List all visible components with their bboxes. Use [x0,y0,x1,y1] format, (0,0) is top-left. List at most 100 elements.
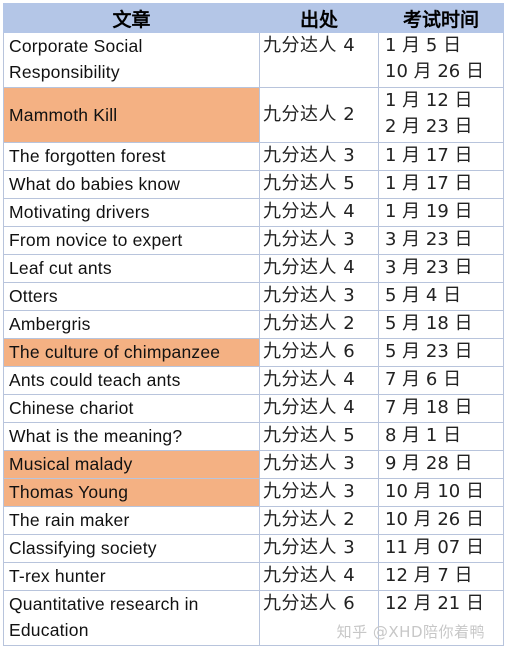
exam-date-cell: 1 月 5 日 10 月 26 日 [378,32,504,88]
exam-date-cell: 7 月 6 日 [378,366,504,395]
exam-date-cell: 3 月 23 日 [378,254,504,283]
exam-date-cell: 1 月 12 日 2 月 23 日 [378,87,504,143]
source-cell: 九分达人 3 [259,478,379,507]
table-row: Ambergris 九分达人 2 5 月 18 日 [3,310,504,339]
exam-date-cell: 1 月 19 日 [378,198,504,227]
exam-date-cell: 7 月 18 日 [378,394,504,423]
article-title-cell: Mammoth Kill [3,87,260,143]
article-title-line: What do babies know [9,174,181,194]
exam-article-table-container: 文章 出处 考试时间 Corporate Social Responsibilit… [3,3,504,646]
article-title-cell: Corporate Social Responsibility [3,32,260,88]
article-title-line: T-rex hunter [9,566,106,586]
table-row: The culture of chimpanzee 九分达人 6 5 月 23 日 [3,338,504,367]
exam-date: 5 月 18 日 [385,313,473,334]
article-title-cell: Ambergris [3,310,260,339]
source-cell: 九分达人 4 [259,32,379,88]
exam-date: 12 月 7 日 [385,565,473,586]
table-row: Mammoth Kill 九分达人 2 1 月 12 日 2 月 23 日 [3,87,504,143]
table-row: The rain maker 九分达人 2 10 月 26 日 [3,506,504,535]
source-cell: 九分达人 3 [259,450,379,479]
exam-date-cell: 11 月 07 日 [378,534,504,563]
article-title-line: The forgotten forest [9,146,166,166]
watermark: 知乎 @XHD陪你着鸭 [336,623,485,641]
article-title-cell: Otters [3,282,260,311]
article-title-line: Quantitative research in [9,594,199,614]
article-title-cell: What do babies know [3,170,260,199]
table-row: What do babies know 九分达人 5 1 月 17 日 [3,170,504,199]
exam-date-cell: 9 月 28 日 [378,450,504,479]
exam-date-cell: 1 月 17 日 [378,170,504,199]
article-title-line: The rain maker [9,510,130,530]
table-row: Classifying society 九分达人 3 11 月 07 日 [3,534,504,563]
table-row: Musical malady 九分达人 3 9 月 28 日 [3,450,504,479]
article-title-line: Mammoth Kill [9,105,118,125]
exam-date-cell: 8 月 1 日 [378,422,504,451]
table-row: Thomas Young 九分达人 3 10 月 10 日 [3,478,504,507]
table-row: Motivating drivers 九分达人 4 1 月 19 日 [3,198,504,227]
article-title-cell: Chinese chariot [3,394,260,423]
source-cell: 九分达人 4 [259,366,379,395]
header-article: 文章 [3,3,260,33]
table-row: Leaf cut ants 九分达人 4 3 月 23 日 [3,254,504,283]
exam-article-table: 文章 出处 考试时间 Corporate Social Responsibilit… [3,3,504,646]
article-title-cell: The culture of chimpanzee [3,338,260,367]
source-cell: 九分达人 3 [259,282,379,311]
article-title-cell: Leaf cut ants [3,254,260,283]
exam-date: 1 月 17 日 [385,145,473,166]
exam-date: 7 月 6 日 [385,369,462,390]
exam-date: 11 月 07 日 [385,537,484,558]
source-cell: 九分达人 3 [259,226,379,255]
exam-date-cell: 3 月 23 日 [378,226,504,255]
article-title-cell: Musical malady [3,450,260,479]
exam-date-cell: 1 月 17 日 [378,142,504,171]
article-title-line: Thomas Young [9,482,129,502]
source-cell: 九分达人 4 [259,254,379,283]
source-cell: 九分达人 4 [259,562,379,591]
source-cell: 九分达人 3 [259,142,379,171]
article-title-cell: From novice to expert [3,226,260,255]
exam-date: 1 月 5 日 [385,35,462,56]
article-title-cell: The forgotten forest [3,142,260,171]
source-cell: 九分达人 6 [259,338,379,367]
table-row: Chinese chariot 九分达人 4 7 月 18 日 [3,394,504,423]
exam-date-cell: 5 月 18 日 [378,310,504,339]
article-title-cell: Motivating drivers [3,198,260,227]
exam-date-cell: 12 月 7 日 [378,562,504,591]
exam-date: 5 月 4 日 [385,285,462,306]
article-title-cell: Quantitative research in Education [3,590,260,646]
article-title-line: Ants could teach ants [9,370,181,390]
table-row: What is the meaning? 九分达人 5 8 月 1 日 [3,422,504,451]
header-exam-date: 考试时间 [378,3,504,33]
article-title-line: Classifying society [9,538,157,558]
exam-date: 3 月 23 日 [385,257,473,278]
article-title-cell: T-rex hunter [3,562,260,591]
exam-date-cell: 10 月 10 日 [378,478,504,507]
article-title-line: Chinese chariot [9,398,134,418]
table-row: From novice to expert 九分达人 3 3 月 23 日 [3,226,504,255]
source-cell: 九分达人 3 [259,534,379,563]
source-cell: 九分达人 4 [259,198,379,227]
article-title-cell: Ants could teach ants [3,366,260,395]
article-title-line: What is the meaning? [9,426,183,446]
table-row: T-rex hunter 九分达人 4 12 月 7 日 [3,562,504,591]
table-row: Otters 九分达人 3 5 月 4 日 [3,282,504,311]
article-title-line: The culture of chimpanzee [9,342,221,362]
article-title-cell: Thomas Young [3,478,260,507]
article-title-line: Education [9,620,89,640]
exam-date: 1 月 17 日 [385,173,473,194]
table-row: Ants could teach ants 九分达人 4 7 月 6 日 [3,366,504,395]
source-cell: 九分达人 2 [259,310,379,339]
exam-date-cell: 5 月 4 日 [378,282,504,311]
article-title-line: Corporate Social [9,36,143,56]
exam-date: 1 月 12 日 [385,90,473,111]
article-title-line: Responsibility [9,62,120,82]
article-title-line: From novice to expert [9,230,183,250]
table-body: Corporate Social Responsibility 九分达人 41 月 … [3,32,504,646]
exam-date: 2 月 23 日 [385,116,473,137]
article-title-line: Motivating drivers [9,202,150,222]
exam-date-cell: 5 月 23 日 [378,338,504,367]
table-header-row: 文章 出处 考试时间 [3,3,504,33]
exam-date: 10 月 26 日 [385,509,484,530]
exam-date: 10 月 10 日 [385,481,484,502]
article-title-line: Musical malady [9,454,133,474]
